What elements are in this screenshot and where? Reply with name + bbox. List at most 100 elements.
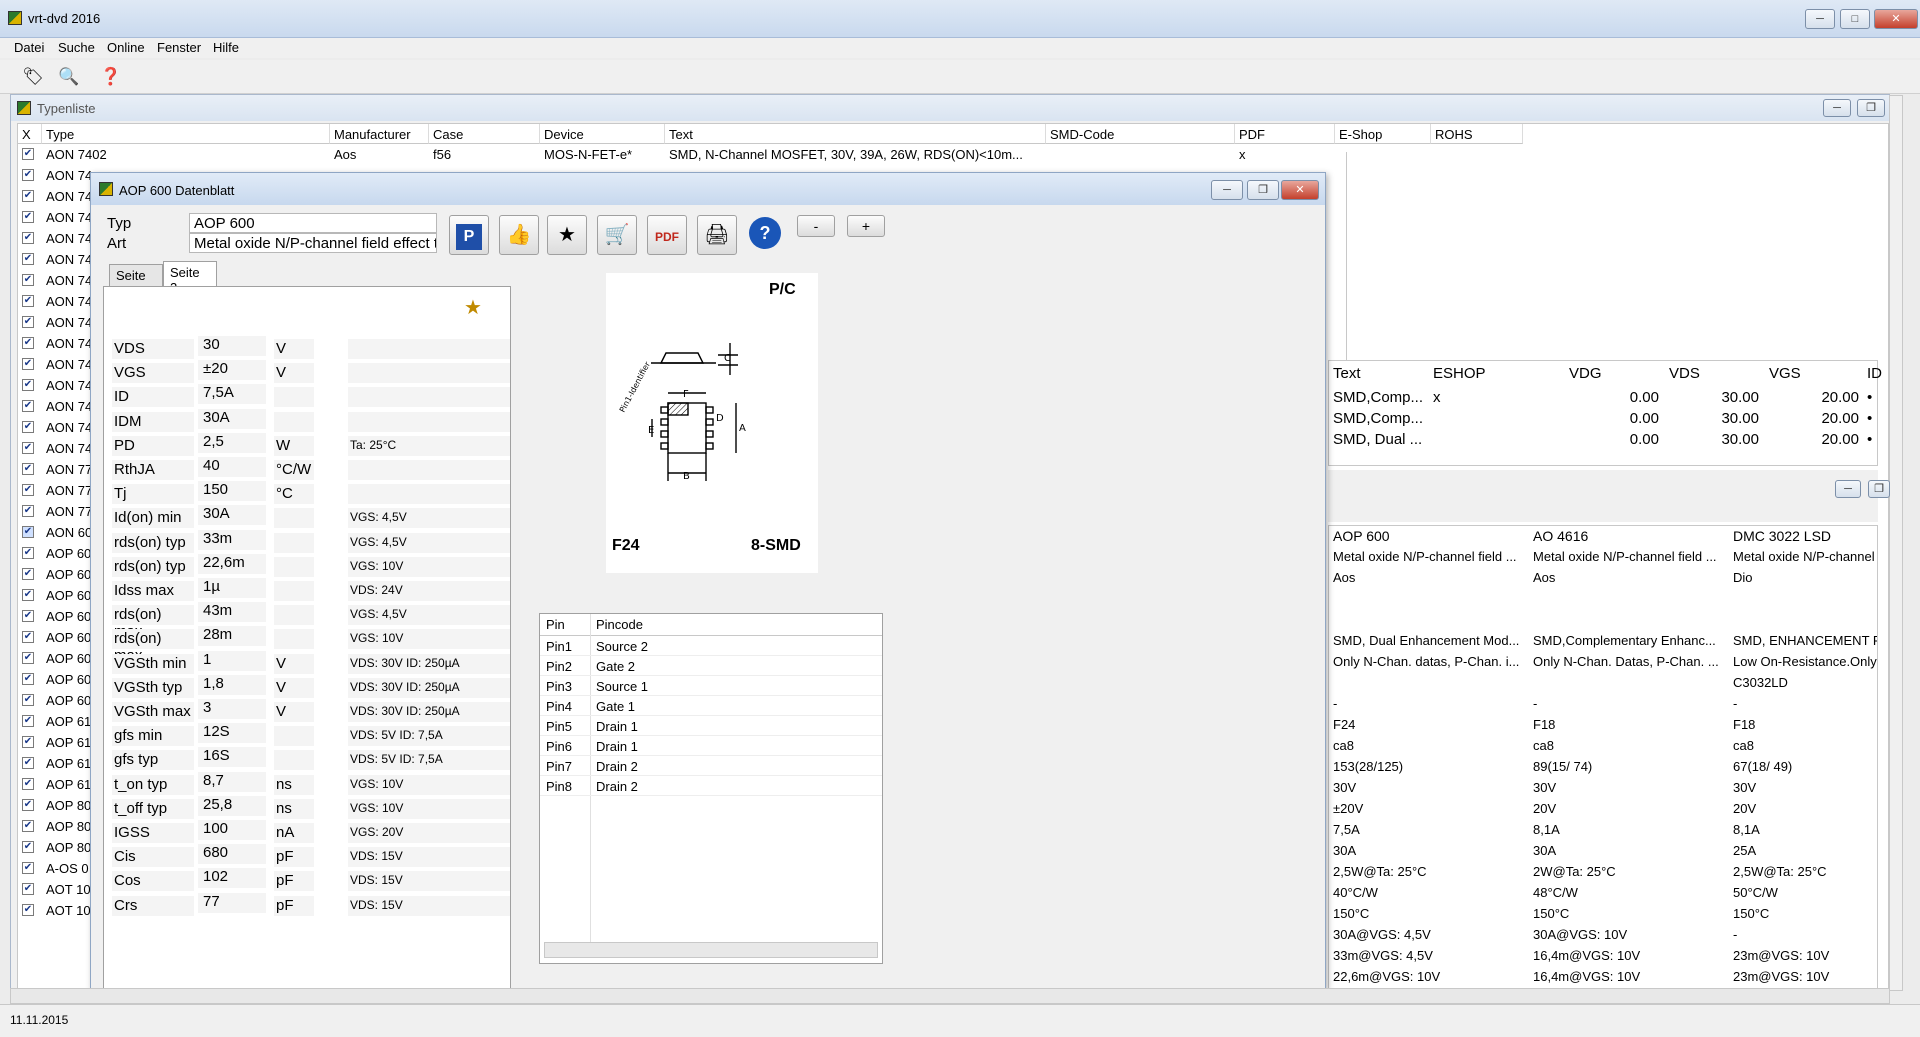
row-checkbox[interactable]: ✔ <box>22 211 34 223</box>
param-value[interactable]: 30A <box>198 408 266 429</box>
param-value[interactable]: 3 <box>198 699 266 719</box>
help-circle-icon[interactable]: ? <box>749 217 781 249</box>
parking-icon[interactable]: P <box>449 215 489 255</box>
row-checkbox[interactable]: ✔ <box>22 694 34 706</box>
row-checkbox[interactable]: ✔ <box>22 778 34 790</box>
row-checkbox[interactable]: ✔ <box>22 568 34 580</box>
pin-row[interactable]: Pin2 Gate 2 <box>540 656 882 676</box>
row-checkbox[interactable]: ✔ <box>22 841 34 853</box>
compare-col-header[interactable]: ID <box>1867 365 1882 382</box>
typ-field[interactable]: AOP 600 <box>189 213 437 233</box>
row-checkbox[interactable]: ✔ <box>22 673 34 685</box>
row-checkbox[interactable]: ✔ <box>22 799 34 811</box>
param-value[interactable]: 7,5A <box>198 384 266 405</box>
compare-col-header[interactable]: VGS <box>1769 365 1801 382</box>
row-checkbox[interactable]: ✔ <box>22 757 34 769</box>
row-checkbox[interactable]: ✔ <box>22 274 34 286</box>
row-checkbox[interactable]: ✔ <box>22 337 34 349</box>
row-checkbox[interactable]: ✔ <box>22 610 34 622</box>
row-checkbox[interactable]: ✔ <box>22 715 34 727</box>
param-value[interactable]: 28m <box>198 626 266 647</box>
row-checkbox[interactable]: ✔ <box>22 862 34 874</box>
compare-col-header[interactable]: VDG <box>1569 365 1602 382</box>
row-checkbox[interactable]: ✔ <box>22 169 34 181</box>
param-value[interactable]: 150 <box>198 481 266 502</box>
datasheet-close-button[interactable]: ✕ <box>1281 180 1319 200</box>
param-value[interactable]: 77 <box>198 892 266 913</box>
typenliste-restore-button[interactable]: ❐ <box>1857 99 1885 117</box>
tab-seite-2[interactable]: Seite 2 <box>163 261 217 295</box>
pin-row[interactable]: Pin1 Source 2 <box>540 636 882 656</box>
col-header-case[interactable]: Case <box>429 124 540 144</box>
pin-row[interactable]: Pin5 Drain 1 <box>540 716 882 736</box>
row-checkbox[interactable]: ✔ <box>22 400 34 412</box>
row-checkbox[interactable]: ✔ <box>22 316 34 328</box>
zoom-out-button[interactable]: - <box>797 215 835 237</box>
row-checkbox[interactable]: ✔ <box>22 421 34 433</box>
col-header-type[interactable]: Type <box>42 124 330 144</box>
row-checkbox[interactable]: ✔ <box>22 736 34 748</box>
rohs-badge-icon[interactable]: ★ <box>547 215 587 255</box>
row-checkbox[interactable]: ✔ <box>22 358 34 370</box>
param-value[interactable]: 43m <box>198 602 266 623</box>
maximize-button[interactable]: □ <box>1840 9 1870 29</box>
col-header-smd-code[interactable]: SMD-Code <box>1046 124 1235 144</box>
row-checkbox[interactable]: ✔ <box>22 463 34 475</box>
datasheet-minimize-button[interactable]: ─ <box>1211 180 1243 200</box>
pin-row[interactable]: Pin3 Source 1 <box>540 676 882 696</box>
row-checkbox[interactable]: ✔ <box>22 253 34 265</box>
param-value[interactable]: 1µ <box>198 578 266 598</box>
pin-row[interactable]: Pin8 Drain 2 <box>540 776 882 796</box>
close-button[interactable]: ✕ <box>1874 9 1918 29</box>
row-checkbox[interactable]: ✔ <box>22 295 34 307</box>
row-checkbox[interactable]: ✔ <box>22 379 34 391</box>
row-checkbox[interactable]: ✔ <box>22 547 34 559</box>
row-checkbox[interactable]: ✔ <box>22 232 34 244</box>
row-checkbox[interactable]: ✔ <box>22 904 34 916</box>
pin-table-hscroll[interactable] <box>544 942 878 958</box>
param-value[interactable]: 30A <box>198 505 266 526</box>
menu-suche[interactable]: Suche <box>58 40 95 55</box>
pin-row[interactable]: Pin7 Drain 2 <box>540 756 882 776</box>
print-icon[interactable]: 🖨 <box>697 215 737 255</box>
param-value[interactable]: 680 <box>198 844 266 865</box>
help-icon[interactable]: ❓ <box>98 64 124 90</box>
art-field[interactable]: Metal oxide N/P-channel field effect tra <box>189 233 437 253</box>
col-header-text[interactable]: Text <box>665 124 1046 144</box>
param-value[interactable]: 16S <box>198 747 266 768</box>
pdf-icon[interactable]: PDF <box>647 215 687 255</box>
typenliste-minimize-button[interactable]: ─ <box>1823 99 1851 117</box>
tag-icon[interactable]: 🏷 <box>20 64 46 90</box>
row-checkbox[interactable]: ✔ <box>22 589 34 601</box>
menu-fenster[interactable]: Fenster <box>157 40 201 55</box>
param-value[interactable]: 100 <box>198 820 266 840</box>
menu-online[interactable]: Online <box>107 40 145 55</box>
row-checkbox[interactable]: ✔ <box>22 505 34 517</box>
param-value[interactable]: 25,8 <box>198 795 266 816</box>
col-header-rohs[interactable]: ROHS <box>1431 124 1523 144</box>
row-checkbox[interactable]: ✔ <box>22 883 34 895</box>
thumb-icon[interactable]: 👍 <box>499 215 539 255</box>
param-value[interactable]: 40 <box>198 457 266 477</box>
param-value[interactable]: ±20 <box>198 360 266 381</box>
row-checkbox[interactable]: ✔ <box>22 190 34 202</box>
row-checkbox[interactable]: ✔ <box>22 526 34 538</box>
param-value[interactable]: 8,7 <box>198 771 266 792</box>
pin-row[interactable]: Pin4 Gate 1 <box>540 696 882 716</box>
row-checkbox[interactable]: ✔ <box>22 442 34 454</box>
typenliste-vscroll[interactable] <box>1889 95 1903 991</box>
col-header-eshop[interactable]: E-Shop <box>1335 124 1431 144</box>
datasheet-restore-button[interactable]: ❐ <box>1247 180 1279 200</box>
param-value[interactable]: 12S <box>198 723 266 744</box>
param-value[interactable]: 1 <box>198 650 266 671</box>
col-header-device[interactable]: Device <box>540 124 665 144</box>
menu-hilfe[interactable]: Hilfe <box>213 40 239 55</box>
row-checkbox[interactable]: ✔ <box>22 652 34 664</box>
row-checkbox[interactable]: ✔ <box>22 484 34 496</box>
search-icon[interactable]: 🔍 <box>56 64 82 90</box>
compare-col-header[interactable]: Text <box>1333 365 1361 382</box>
compare-minimize-button[interactable]: ─ <box>1835 480 1861 498</box>
param-value[interactable]: 1,8 <box>198 674 266 695</box>
compare-col-header[interactable]: ESHOP <box>1433 365 1486 382</box>
param-value[interactable]: 2,5 <box>198 432 266 453</box>
